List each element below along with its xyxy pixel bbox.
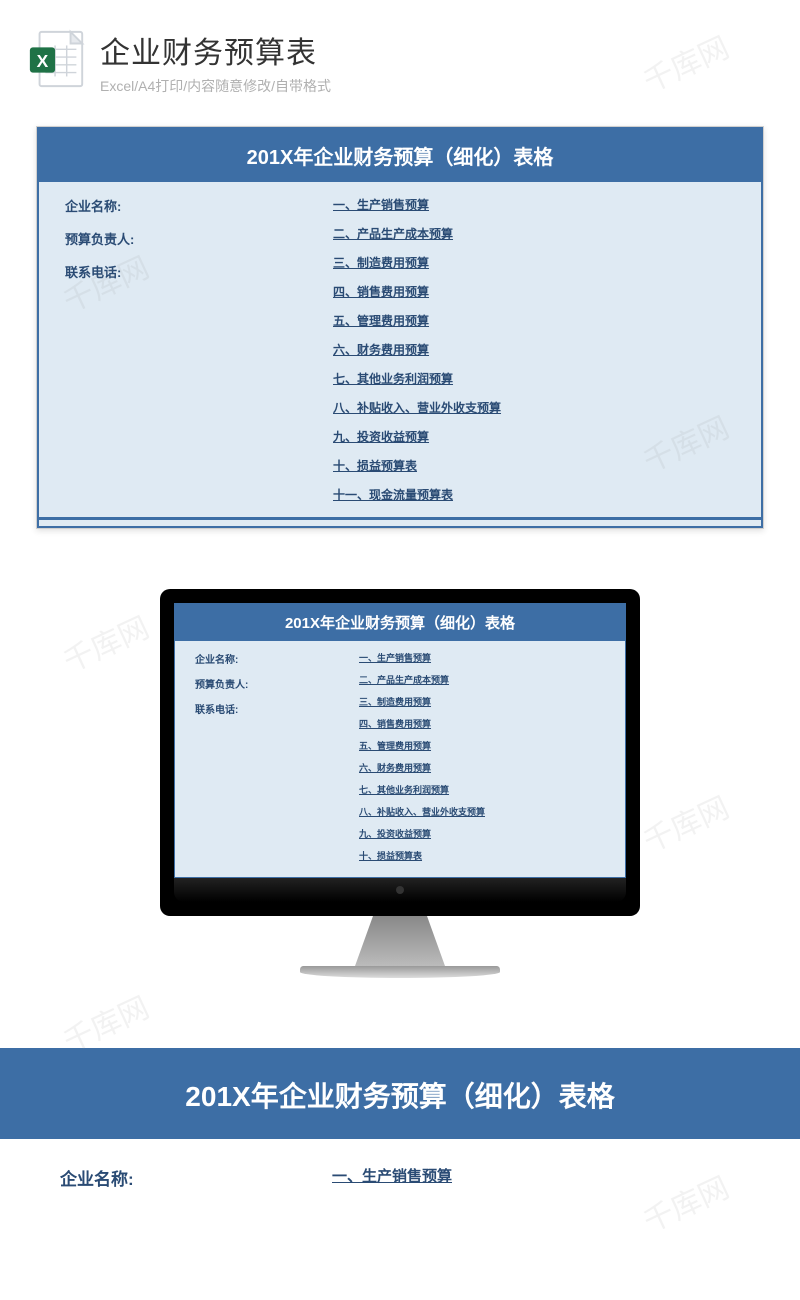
document-toc-column: 一、生产销售预算 <box>332 1165 740 1198</box>
document-fields-column: 企业名称: 预算负责人: 联系电话: <box>65 196 333 515</box>
toc-link[interactable]: 六、财务费用预算 <box>333 341 735 358</box>
svg-text:X: X <box>37 51 49 71</box>
monitor-mockup: 201X年企业财务预算（细化）表格 企业名称: 预算负责人: 联系电话: 一、生产销… <box>0 589 800 978</box>
info-field-label: 企业名称: <box>60 1165 332 1190</box>
toc-link[interactable]: 十、损益预算表 <box>333 457 735 474</box>
info-field-label: 联系电话: <box>65 262 333 281</box>
toc-link[interactable]: 四、销售费用预算 <box>333 283 735 300</box>
document-toc-column: 一、生产销售预算二、产品生产成本预算三、制造费用预算四、销售费用预算五、管理费用… <box>359 651 605 871</box>
monitor-base <box>300 966 500 978</box>
info-field-label: 企业名称: <box>195 651 359 666</box>
toc-link[interactable]: 四、销售费用预算 <box>359 717 605 730</box>
document-title-bar: 201X年企业财务预算（细化）表格 <box>175 604 625 641</box>
document-fields-column: 企业名称: 预算负责人: 联系电话: <box>195 651 359 871</box>
document-footer-rule <box>39 517 761 520</box>
monitor-stand <box>355 916 445 966</box>
document-toc-column: 一、生产销售预算二、产品生产成本预算三、制造费用预算四、销售费用预算五、管理费用… <box>333 196 735 515</box>
toc-link[interactable]: 二、产品生产成本预算 <box>333 225 735 242</box>
template-preview-card: 201X年企业财务预算（细化）表格 企业名称: 预算负责人: 联系电话: 一、生产销… <box>36 126 764 529</box>
toc-link[interactable]: 一、生产销售预算 <box>333 196 735 213</box>
page-subtitle: Excel/A4打印/内容随意修改/自带格式 <box>100 76 331 96</box>
toc-link[interactable]: 十一、现金流量预算表 <box>333 486 735 503</box>
toc-link[interactable]: 十、损益预算表 <box>359 849 605 862</box>
large-preview-panel: 201X年企业财务预算（细化）表格 企业名称: 一、生产销售预算 <box>0 1048 800 1198</box>
excel-file-icon: X <box>26 28 88 90</box>
page-title: 企业财务预算表 <box>100 28 331 72</box>
info-field-label: 预算负责人: <box>195 676 359 691</box>
toc-link[interactable]: 七、其他业务利润预算 <box>359 783 605 796</box>
toc-link[interactable]: 五、管理费用预算 <box>359 739 605 752</box>
monitor-screen: 201X年企业财务预算（细化）表格 企业名称: 预算负责人: 联系电话: 一、生产销… <box>174 603 626 878</box>
toc-link[interactable]: 八、补贴收入、营业外收支预算 <box>333 399 735 416</box>
toc-link[interactable]: 三、制造费用预算 <box>333 254 735 271</box>
toc-link[interactable]: 八、补贴收入、营业外收支预算 <box>359 805 605 818</box>
document-title-bar: 201X年企业财务预算（细化）表格 <box>39 129 761 182</box>
toc-link[interactable]: 二、产品生产成本预算 <box>359 673 605 686</box>
info-field-label: 企业名称: <box>65 196 333 215</box>
toc-link[interactable]: 九、投资收益预算 <box>359 827 605 840</box>
toc-link[interactable]: 九、投资收益预算 <box>333 428 735 445</box>
toc-link[interactable]: 七、其他业务利润预算 <box>333 370 735 387</box>
monitor-chin <box>174 878 626 902</box>
toc-link[interactable]: 三、制造费用预算 <box>359 695 605 708</box>
toc-link[interactable]: 六、财务费用预算 <box>359 761 605 774</box>
document-title-bar: 201X年企业财务预算（细化）表格 <box>0 1051 800 1139</box>
monitor-bezel: 201X年企业财务预算（细化）表格 企业名称: 预算负责人: 联系电话: 一、生产销… <box>160 589 640 916</box>
budget-document: 201X年企业财务预算（细化）表格 企业名称: 预算负责人: 联系电话: 一、生产销… <box>37 127 763 528</box>
document-fields-column: 企业名称: <box>60 1165 332 1198</box>
toc-link[interactable]: 一、生产销售预算 <box>359 651 605 664</box>
info-field-label: 预算负责人: <box>65 229 333 248</box>
info-field-label: 联系电话: <box>195 701 359 716</box>
toc-link[interactable]: 五、管理费用预算 <box>333 312 735 329</box>
toc-link[interactable]: 一、生产销售预算 <box>332 1165 740 1186</box>
page-header: X 企业财务预算表 Excel/A4打印/内容随意修改/自带格式 <box>0 0 800 112</box>
